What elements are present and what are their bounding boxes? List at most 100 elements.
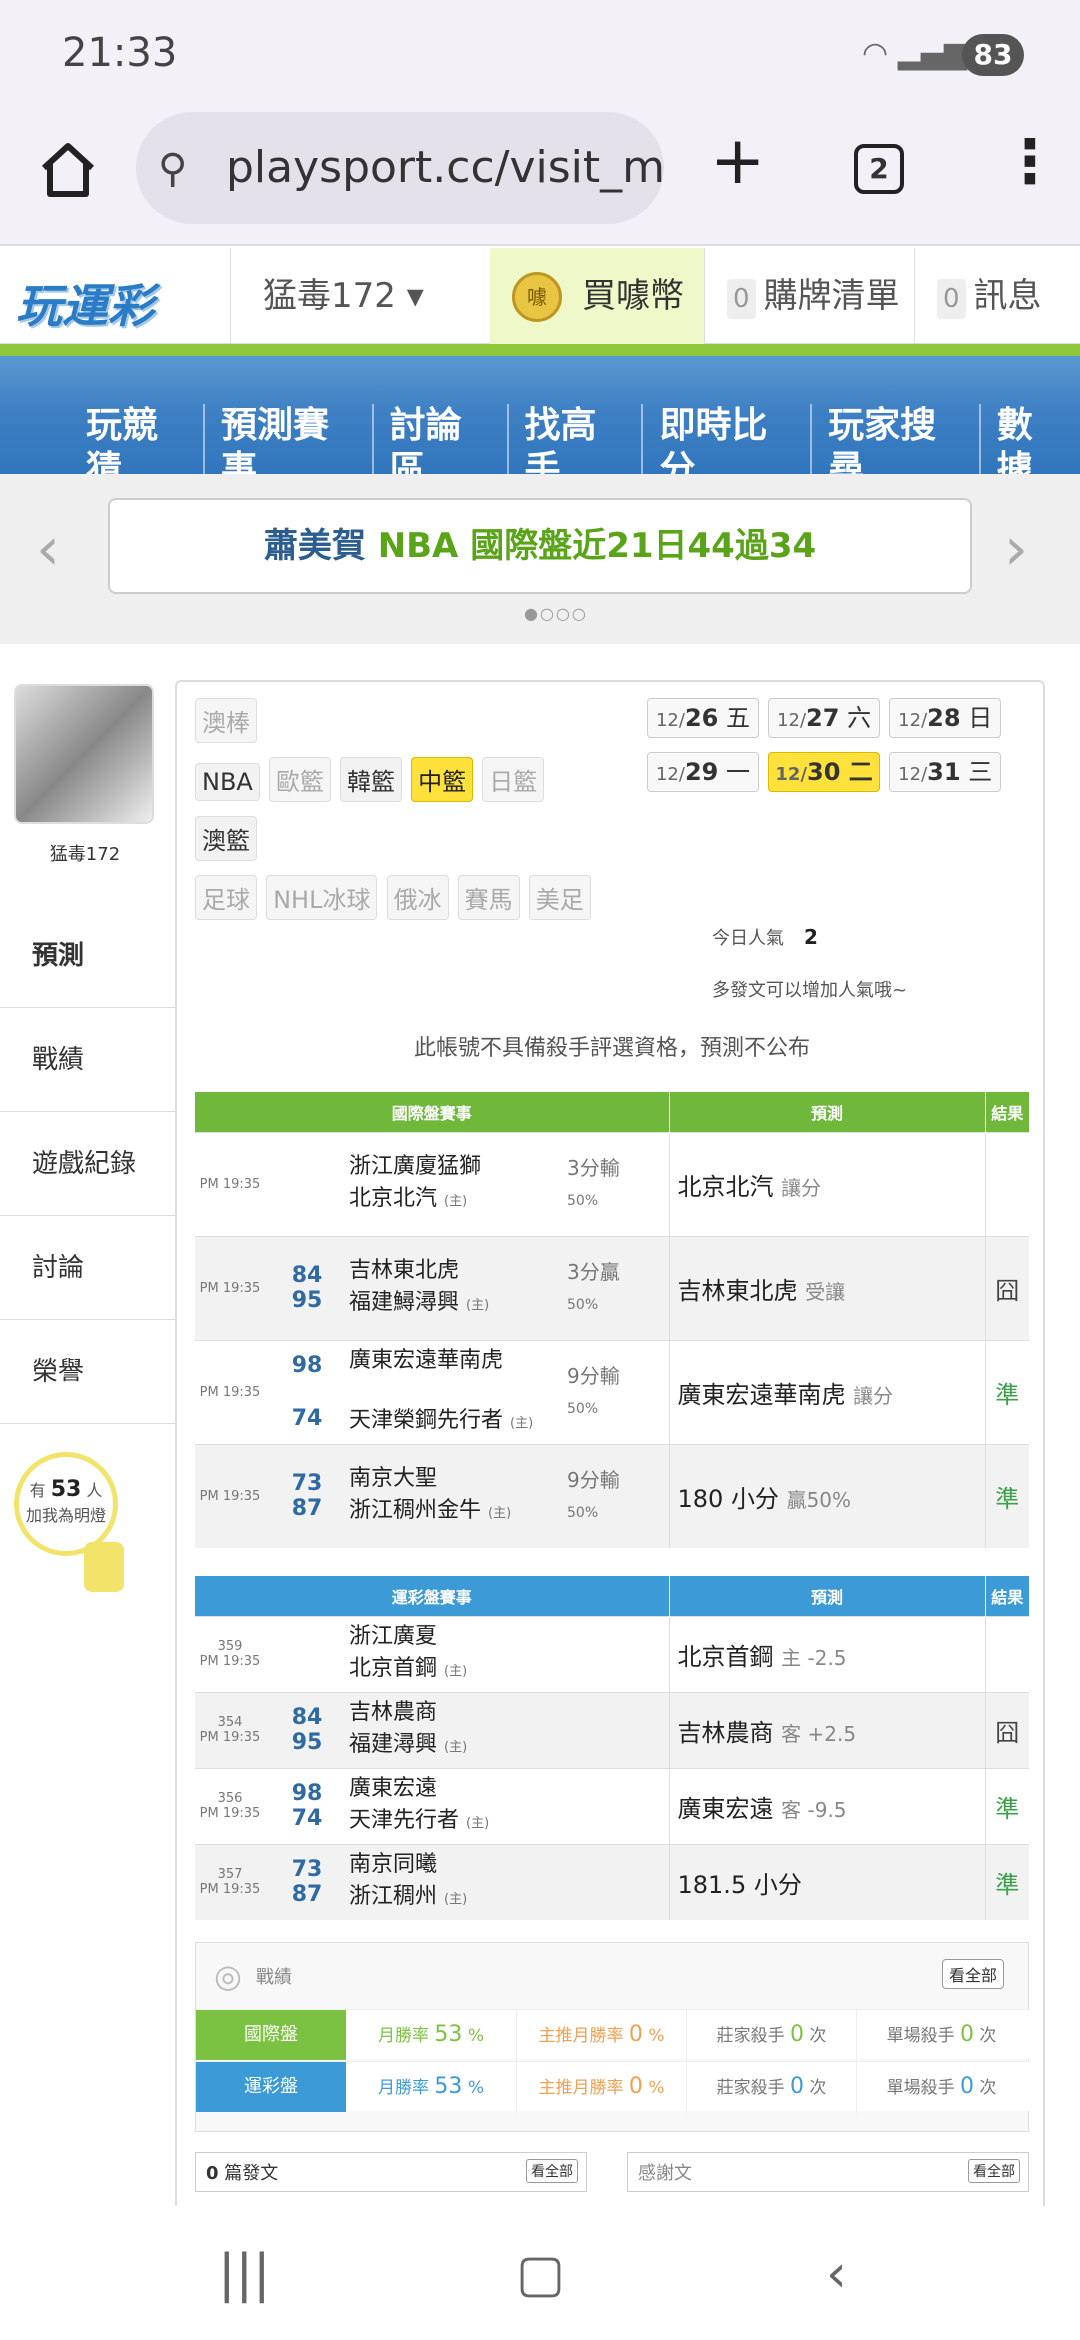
popularity: 今日人氣 2 <box>712 924 818 950</box>
chevron-right-icon[interactable]: › <box>1004 514 1028 584</box>
popularity-label: 今日人氣 <box>712 928 784 949</box>
result: 準 <box>984 1339 1029 1444</box>
target-icon: ◎ <box>214 1957 242 1995</box>
fans-cta: 加我為明燈 <box>25 1506 106 1525</box>
more-menu-icon[interactable]: ⋮ <box>1000 132 1060 192</box>
sport-chip[interactable]: 俄冰 <box>386 875 449 920</box>
url-text: playsport.cc/visit_me <box>226 142 664 193</box>
home-label: (主) <box>510 1415 534 1431</box>
prediction: 廣東宏遠 客 -9.5 <box>668 1767 985 1844</box>
result <box>984 1131 1029 1236</box>
site-logo[interactable]: 玩運彩 <box>16 270 154 336</box>
sport-chip[interactable]: 歐籃 <box>268 757 331 802</box>
posts-view-all-button[interactable]: 看全部 <box>526 2159 578 2183</box>
sidebar-item-record[interactable]: 戰績 <box>0 1008 175 1112</box>
month-rate-label: 月勝率 <box>378 2078 430 2098</box>
cart-label: 購牌清單 <box>763 276 900 316</box>
table-row: PM 19:35 浙江廣廈猛獅 北京北汽 (主) 3分輸 50% 北京北汽 讓分 <box>195 1131 1029 1236</box>
sidebar-item-game-log[interactable]: 遊戲紀錄 <box>0 1112 175 1216</box>
sport-chip[interactable]: 韓籃 <box>340 757 403 802</box>
thanks-view-all-button[interactable]: 看全部 <box>968 2159 1020 2183</box>
single-label: 單場殺手 <box>886 2026 955 2046</box>
avatar <box>14 684 154 824</box>
sport-chip[interactable]: 日籃 <box>482 757 545 802</box>
game-time: PM 19:35 <box>199 1730 261 1745</box>
sidebar-item-honors[interactable]: 榮譽 <box>0 1320 175 1424</box>
site-settings-icon[interactable]: ⚲ <box>158 146 187 192</box>
home-icon[interactable] <box>36 138 100 202</box>
sport-chip-selected[interactable]: 中籃 <box>411 757 474 802</box>
view-all-button[interactable]: 看全部 <box>941 1959 1004 1989</box>
new-tab-icon[interactable]: + <box>710 128 765 194</box>
away-team: 南京大聖 <box>349 1465 438 1491</box>
sport-chip[interactable]: 足球 <box>195 875 257 920</box>
buy-coins-label: 買噱幣 <box>582 276 684 316</box>
intl-predictions-table: 國際盤賽事 預測 結果 PM 19:35 浙江廣廈猛獅 北京北汽 (主) 3分輸 5… <box>195 1092 1029 1548</box>
home-team: 北京首鋼 <box>349 1655 438 1681</box>
date-picker: 12/26 五 12/27 六 12/28 日 12/29 一 12/30 二 … <box>647 698 1027 806</box>
sidebar-item-predictions[interactable]: 預測 <box>0 904 175 1008</box>
table-row: 357 PM 19:35 73 87 南京同曦 浙江稠州 (主) 181.5 小分 準 <box>195 1843 1029 1920</box>
buy-coins-button[interactable]: 噱 買噱幣 <box>490 248 704 344</box>
sport-chip[interactable]: 澳棒 <box>195 698 257 743</box>
prediction: 北京北汽 讓分 <box>668 1131 985 1236</box>
date-tab[interactable]: 12/26 五 <box>647 698 759 738</box>
home-team: 天津榮鋼先行者 <box>349 1407 504 1433</box>
recent-apps-icon[interactable]: ||| <box>218 2244 271 2304</box>
date-tab[interactable]: 12/28 日 <box>889 698 1002 738</box>
scores: 84 95 <box>265 1235 349 1340</box>
sport-chip[interactable]: 美足 <box>528 875 591 920</box>
banner-text[interactable]: 蕭美賀 NBA 國際盤近21日44過34 <box>108 498 972 594</box>
pick-note: 贏50% <box>786 1487 852 1512</box>
date-tab[interactable]: 12/31 三 <box>889 752 1002 792</box>
record-row: 國際盤 月勝率 53 % 主推月勝率 0 % 莊家殺手 0 次 單場殺手 0 次 <box>196 2009 1030 2061</box>
sport-chip[interactable]: 賽馬 <box>457 875 520 920</box>
away-team: 廣東宏遠 <box>349 1775 438 1801</box>
game-time: PM 19:35 <box>199 1654 261 1669</box>
home-score: 74 <box>291 1406 323 1431</box>
main-nav: 玩競猜 預測賽事 討論區 找高手 即時比分 玩家搜尋 數據 <box>0 344 1080 492</box>
url-bar[interactable]: ⚲ playsport.cc/visit_me <box>136 112 664 224</box>
home-score: 74 <box>291 1806 323 1831</box>
site-header: 玩運彩 猛毒172 ▾ 噱 買噱幣 0 購牌清單 0 訊息 <box>0 248 1080 344</box>
thanks-box: 感謝文 看全部 <box>627 2152 1029 2192</box>
single-label: 單場殺手 <box>886 2078 955 2098</box>
main-rate-value: 0 <box>628 2022 643 2047</box>
date-month: 12/ <box>775 764 808 785</box>
home-button-icon[interactable]: ▢ <box>516 2244 565 2304</box>
home-score: 95 <box>291 1730 323 1755</box>
record-title: 戰績 <box>256 1967 292 1988</box>
col-header: 結果 <box>985 1092 1029 1132</box>
home-score: 87 <box>291 1496 323 1522</box>
game-no: 356 <box>217 1791 243 1806</box>
sport-chip[interactable]: NBA <box>195 763 260 801</box>
back-icon[interactable]: ‹ <box>826 2244 847 2304</box>
date-weekday: 二 <box>848 758 873 786</box>
date-tab[interactable]: 12/29 一 <box>647 752 759 792</box>
purchase-list-button[interactable]: 0 購牌清單 <box>704 248 914 344</box>
single-value: 0 <box>960 2022 974 2047</box>
date-tab[interactable]: 12/27 六 <box>768 698 881 738</box>
pick-note: 受讓 <box>805 1279 846 1304</box>
date-tab-selected[interactable]: 12/30 二 <box>768 752 881 792</box>
odds: 3分贏 50% <box>567 1235 669 1340</box>
user-menu[interactable]: 猛毒172 ▾ <box>230 248 490 344</box>
teams: 廣東宏遠華南虎 天津榮鋼先行者 (主) <box>349 1339 567 1444</box>
follow-badge[interactable]: 有 53 人 加我為明燈 <box>14 1452 118 1556</box>
chevron-left-icon[interactable]: ‹ <box>36 514 60 584</box>
date-month: 12/ <box>777 710 807 731</box>
sidebar-item-discussion[interactable]: 討論 <box>0 1216 175 1320</box>
pct-unit: % <box>467 2078 484 2098</box>
tab-count-button[interactable]: 2 <box>854 144 904 194</box>
clock: 21:33 <box>62 30 178 76</box>
game-no-time: 359 PM 19:35 <box>195 1615 265 1692</box>
thanks-label: 感謝文 <box>638 2163 692 2184</box>
times-unit: 次 <box>809 2078 827 2098</box>
android-nav-bar: ||| ▢ ‹ <box>0 2206 1080 2340</box>
pick-team: 北京北汽 <box>677 1172 774 1201</box>
sport-chip[interactable]: 澳籃 <box>195 816 257 861</box>
game-no: 357 <box>217 1867 243 1883</box>
messages-button[interactable]: 0 訊息 <box>914 248 1080 344</box>
date-weekday: 五 <box>726 704 750 732</box>
sport-chip[interactable]: NHL冰球 <box>266 875 378 920</box>
